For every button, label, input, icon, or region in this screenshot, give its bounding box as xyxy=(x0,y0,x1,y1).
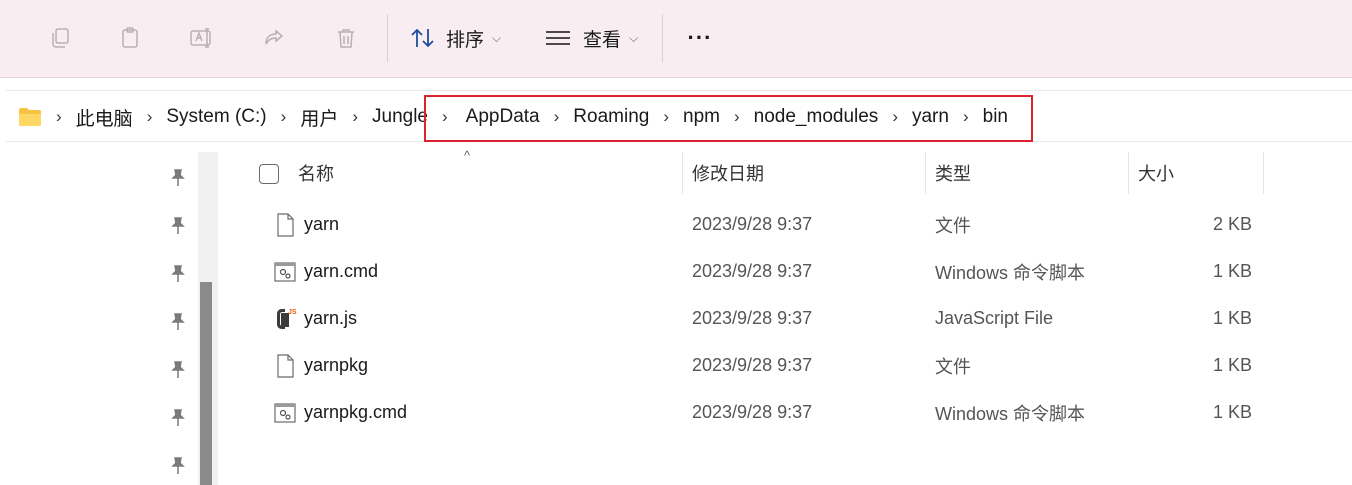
file-row[interactable]: yarnpkg 2023/9/28 9:37 文件 1 KB xyxy=(220,342,1352,389)
file-row[interactable]: yarn 2023/9/28 9:37 文件 2 KB xyxy=(220,201,1352,248)
chevron-right-icon[interactable]: › xyxy=(281,107,287,127)
pin-icon[interactable] xyxy=(168,408,188,428)
file-name[interactable]: yarnpkg.cmd xyxy=(304,389,407,436)
file-name[interactable]: yarn.cmd xyxy=(304,248,378,295)
js-file-icon: JS xyxy=(272,306,298,332)
file-modified: 2023/9/28 9:37 xyxy=(692,261,813,281)
view-button[interactable]: 查看 ⌵ xyxy=(545,22,638,54)
file-modified: 2023/9/28 9:37 xyxy=(692,214,813,234)
column-divider[interactable] xyxy=(925,152,926,194)
share-icon[interactable] xyxy=(258,22,290,54)
file-size: 1 KB xyxy=(1212,355,1252,375)
file-size: 1 KB xyxy=(1212,402,1252,422)
breadcrumb-system-c[interactable]: System (C:) xyxy=(166,106,266,128)
file-icon xyxy=(272,212,298,238)
toolbar-divider xyxy=(387,14,388,62)
column-header-size[interactable]: 大小 xyxy=(1138,152,1174,194)
file-type: Windows 命令脚本 xyxy=(935,403,1086,424)
breadcrumb-this-pc[interactable]: 此电脑 xyxy=(76,104,133,131)
column-header-modified[interactable]: 修改日期 xyxy=(692,152,764,194)
pin-icon[interactable] xyxy=(168,456,188,476)
file-row[interactable]: yarnpkg.cmd 2023/9/28 9:37 Windows 命令脚本 … xyxy=(220,389,1352,436)
sort-label: 排序 xyxy=(446,29,485,51)
file-modified: 2023/9/28 9:37 xyxy=(692,355,813,375)
breadcrumb-jungle[interactable]: Jungle xyxy=(372,106,428,128)
sort-icon xyxy=(410,27,436,49)
svg-text:JS: JS xyxy=(288,309,297,316)
file-row[interactable]: JS yarn.js 2023/9/28 9:37 JavaScript Fil… xyxy=(220,295,1352,342)
file-type: JavaScript File xyxy=(935,308,1054,328)
column-header-name[interactable]: 名称 xyxy=(298,152,334,194)
nav-scrollbar-thumb[interactable] xyxy=(200,282,212,485)
more-icon: ··· xyxy=(687,25,713,50)
view-label: 查看 xyxy=(583,29,622,51)
paste-icon[interactable] xyxy=(114,22,146,54)
file-type: Windows 命令脚本 xyxy=(935,262,1086,283)
breadcrumb-users[interactable]: 用户 xyxy=(300,104,338,131)
file-row[interactable]: yarn.cmd 2023/9/28 9:37 Windows 命令脚本 1 K… xyxy=(220,248,1352,295)
pin-icon[interactable] xyxy=(168,168,188,188)
file-size: 2 KB xyxy=(1212,214,1252,234)
rename-icon[interactable] xyxy=(186,22,218,54)
file-name[interactable]: yarn xyxy=(304,201,339,248)
chevron-down-icon: ⌵ xyxy=(492,30,502,45)
select-all-checkbox[interactable] xyxy=(259,164,279,184)
view-list-icon xyxy=(545,28,571,48)
copy-icon[interactable] xyxy=(44,22,76,54)
sort-ascending-icon: ^ xyxy=(464,148,471,163)
delete-icon[interactable] xyxy=(330,22,362,54)
pin-icon[interactable] xyxy=(168,264,188,284)
file-type: 文件 xyxy=(935,215,971,236)
toolbar-divider xyxy=(662,14,663,62)
pin-icon[interactable] xyxy=(168,216,188,236)
chevron-right-icon[interactable]: › xyxy=(352,107,358,127)
folder-icon xyxy=(18,107,42,127)
chevron-right-icon[interactable]: › xyxy=(56,107,62,127)
file-size: 1 KB xyxy=(1212,261,1252,281)
quick-access-pins xyxy=(160,152,200,485)
column-divider[interactable] xyxy=(1128,152,1129,194)
file-name[interactable]: yarnpkg xyxy=(304,342,368,389)
pin-icon[interactable] xyxy=(168,312,188,332)
cmd-file-icon xyxy=(272,400,298,426)
file-modified: 2023/9/28 9:37 xyxy=(692,308,813,328)
pin-icon[interactable] xyxy=(168,360,188,380)
cmd-file-icon xyxy=(272,259,298,285)
more-options-button[interactable]: ··· xyxy=(684,22,716,54)
file-icon xyxy=(272,353,298,379)
chevron-right-icon[interactable]: › xyxy=(147,107,153,127)
file-size: 1 KB xyxy=(1212,308,1252,328)
column-divider[interactable] xyxy=(1263,152,1264,194)
file-type: 文件 xyxy=(935,356,971,377)
command-bar: 排序 ⌵ 查看 ⌵ ··· xyxy=(0,0,1352,78)
column-divider[interactable] xyxy=(682,152,683,194)
file-name[interactable]: yarn.js xyxy=(304,295,357,342)
file-modified: 2023/9/28 9:37 xyxy=(692,402,813,422)
column-header-type[interactable]: 类型 xyxy=(935,152,971,194)
highlight-box xyxy=(424,95,1033,142)
chevron-down-icon: ⌵ xyxy=(629,30,639,45)
sort-button[interactable]: 排序 ⌵ xyxy=(410,22,501,54)
